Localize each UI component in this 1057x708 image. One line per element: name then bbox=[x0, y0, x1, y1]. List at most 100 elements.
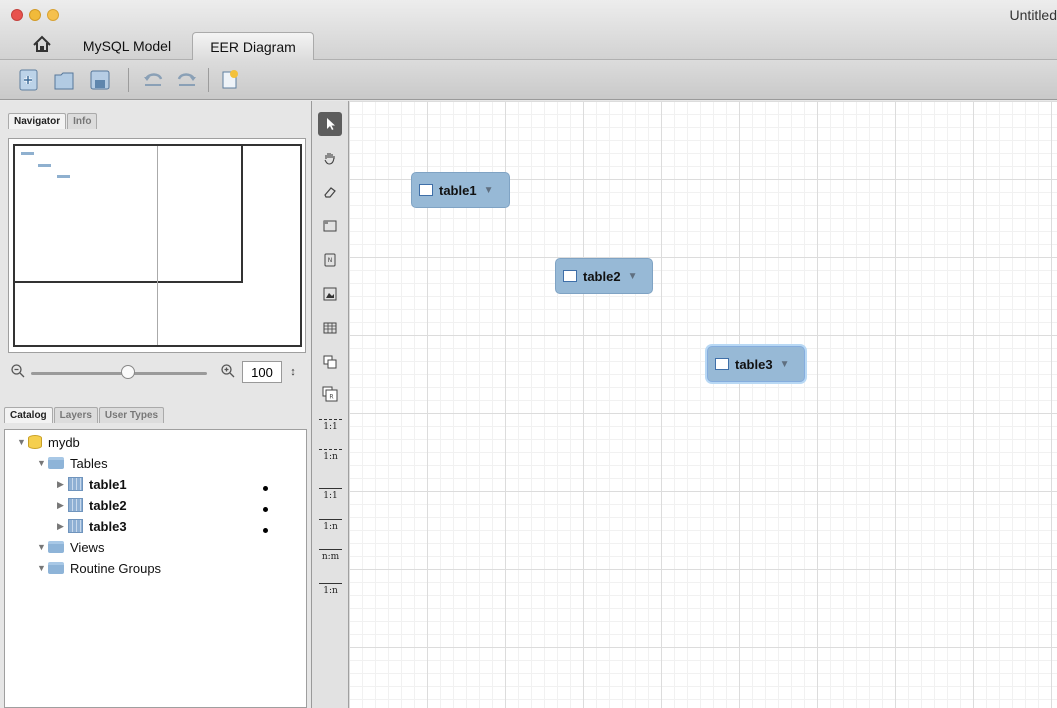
entity-label: table2 bbox=[583, 268, 621, 284]
zoom-slider[interactable] bbox=[31, 372, 207, 375]
folder-icon bbox=[48, 562, 64, 574]
main-toolbar bbox=[0, 60, 1057, 100]
undo-button[interactable] bbox=[141, 67, 165, 93]
redo-button[interactable] bbox=[175, 67, 199, 93]
diagram-table-entity[interactable]: table1 ▼ bbox=[411, 172, 510, 208]
close-window-button[interactable] bbox=[11, 9, 23, 21]
zoom-out-icon[interactable] bbox=[10, 363, 26, 379]
expand-arrow-icon[interactable]: ▼ bbox=[780, 359, 790, 370]
stepper-arrows-icon: ↕ bbox=[290, 366, 296, 378]
table-icon bbox=[68, 519, 83, 533]
catalog-tree: ▼ mydb ▼ Tables ▶ table1 ▶ table2 ▶ tabl… bbox=[4, 429, 307, 708]
relationship-1-1-tool[interactable]: 1:1 bbox=[316, 486, 345, 514]
pick-columns-icon bbox=[319, 583, 342, 584]
table-in-diagram-marker bbox=[263, 507, 268, 512]
eraser-tool[interactable] bbox=[318, 180, 342, 204]
tab-user-types[interactable]: User Types bbox=[98, 407, 165, 423]
image-icon bbox=[323, 287, 337, 301]
relationship-label: 1:n bbox=[323, 522, 338, 532]
disclosure-closed-icon[interactable]: ▶ bbox=[57, 521, 68, 532]
crowfoot-dashed-icon bbox=[319, 449, 342, 450]
save-model-button[interactable] bbox=[88, 67, 112, 93]
home-tab[interactable] bbox=[22, 32, 62, 56]
entity-label: table3 bbox=[735, 356, 773, 372]
tab-catalog[interactable]: Catalog bbox=[4, 407, 53, 423]
table-grid-icon bbox=[323, 322, 337, 334]
relationship-label: n:m bbox=[321, 552, 340, 562]
tree-item-table[interactable]: ▶ table3 bbox=[57, 516, 127, 536]
relationship-1-1-identifying-tool[interactable]: 1:1 bbox=[316, 417, 345, 445]
routine-group-icon: R bbox=[322, 386, 338, 402]
select-tool[interactable] bbox=[318, 112, 342, 136]
tab-navigator[interactable]: Navigator bbox=[8, 113, 67, 129]
pointer-icon bbox=[327, 118, 335, 130]
routine-group-tool[interactable]: R bbox=[318, 382, 342, 406]
zoom-stepper[interactable]: ↕ bbox=[286, 361, 300, 383]
relationship-label: 1:1 bbox=[323, 491, 338, 501]
relationship-n-m-tool[interactable]: n:m bbox=[316, 547, 345, 575]
tree-item-table[interactable]: ▶ table2 bbox=[57, 495, 127, 515]
relationship-1-n-non-identifying-tool[interactable]: 1:n bbox=[316, 447, 345, 475]
diagram-table-entity-selected[interactable]: table3 ▼ bbox=[707, 346, 805, 382]
note-tool[interactable]: N bbox=[318, 248, 342, 272]
table-in-diagram-marker bbox=[263, 528, 268, 533]
zoom-slider-thumb[interactable] bbox=[120, 365, 135, 379]
catalog-tabs: Catalog Layers User Types bbox=[4, 407, 165, 423]
relationship-1-n-tool[interactable]: 1:n bbox=[316, 517, 345, 545]
disclosure-closed-icon[interactable]: ▶ bbox=[57, 500, 68, 511]
layer-tool[interactable] bbox=[318, 214, 342, 238]
relationship-label: 1:n bbox=[323, 452, 338, 462]
disclosure-open-icon[interactable]: ▼ bbox=[17, 437, 28, 447]
tree-item-table[interactable]: ▶ table1 bbox=[57, 474, 127, 494]
tab-eer-diagram[interactable]: EER Diagram bbox=[192, 32, 314, 60]
layer-icon bbox=[323, 220, 337, 232]
relationship-label: 1:n bbox=[323, 586, 338, 596]
zoom-window-button[interactable] bbox=[47, 9, 59, 21]
disclosure-open-icon[interactable]: ▼ bbox=[37, 563, 48, 573]
navigator-overview[interactable] bbox=[8, 138, 306, 353]
routine-groups-label: Routine Groups bbox=[70, 560, 162, 576]
new-item-button[interactable] bbox=[218, 67, 242, 93]
view-tool[interactable] bbox=[318, 350, 342, 374]
expand-arrow-icon[interactable]: ▼ bbox=[628, 271, 638, 282]
table-tool[interactable] bbox=[318, 316, 342, 340]
table-icon bbox=[715, 358, 729, 370]
tab-mysql-model[interactable]: MySQL Model bbox=[68, 32, 186, 60]
expand-arrow-icon[interactable]: ▼ bbox=[484, 185, 494, 196]
hand-tool[interactable] bbox=[318, 146, 342, 170]
zoom-value-field[interactable]: 100 bbox=[242, 361, 282, 383]
relationship-existing-columns-tool[interactable]: 1:n bbox=[316, 581, 345, 609]
svg-text:R: R bbox=[329, 394, 333, 401]
entity-label: table1 bbox=[439, 182, 477, 198]
tree-item-schema[interactable]: ▼ mydb bbox=[17, 432, 80, 452]
views-label: Views bbox=[70, 539, 105, 555]
tree-item-views[interactable]: ▼ Views bbox=[37, 537, 104, 557]
navigator-mini-table bbox=[57, 175, 70, 178]
diagram-canvas[interactable]: table1 ▼ table2 ▼ table3 ▼ bbox=[349, 101, 1057, 708]
disclosure-open-icon[interactable]: ▼ bbox=[37, 458, 48, 468]
zoom-in-icon[interactable] bbox=[220, 363, 236, 379]
save-icon bbox=[90, 70, 110, 90]
table-in-diagram-marker bbox=[263, 486, 268, 491]
navigator-page-divider bbox=[157, 146, 158, 345]
table-icon bbox=[563, 270, 577, 282]
tree-item-tables[interactable]: ▼ Tables bbox=[37, 453, 108, 473]
table-icon bbox=[68, 498, 83, 512]
open-model-button[interactable] bbox=[52, 67, 76, 93]
tab-info[interactable]: Info bbox=[67, 113, 98, 129]
navigator-tabs: Navigator Info bbox=[8, 113, 98, 129]
minimize-window-button[interactable] bbox=[29, 9, 41, 21]
add-model-button[interactable] bbox=[17, 67, 41, 93]
disclosure-closed-icon[interactable]: ▶ bbox=[57, 479, 68, 490]
navigator-mini-table bbox=[21, 152, 34, 155]
sidebar: Navigator Info 100 ↕ Catalog Layers User… bbox=[0, 101, 312, 708]
disclosure-open-icon[interactable]: ▼ bbox=[37, 542, 48, 552]
note-icon: N bbox=[324, 253, 336, 267]
diagram-table-entity[interactable]: table2 ▼ bbox=[555, 258, 653, 294]
tab-layers[interactable]: Layers bbox=[53, 407, 98, 423]
undo-icon bbox=[144, 73, 163, 86]
dashed-line-icon bbox=[319, 419, 342, 420]
tree-item-routine-groups[interactable]: ▼ Routine Groups bbox=[37, 558, 161, 578]
image-tool[interactable] bbox=[318, 282, 342, 306]
navigator-mini-table bbox=[38, 164, 51, 167]
